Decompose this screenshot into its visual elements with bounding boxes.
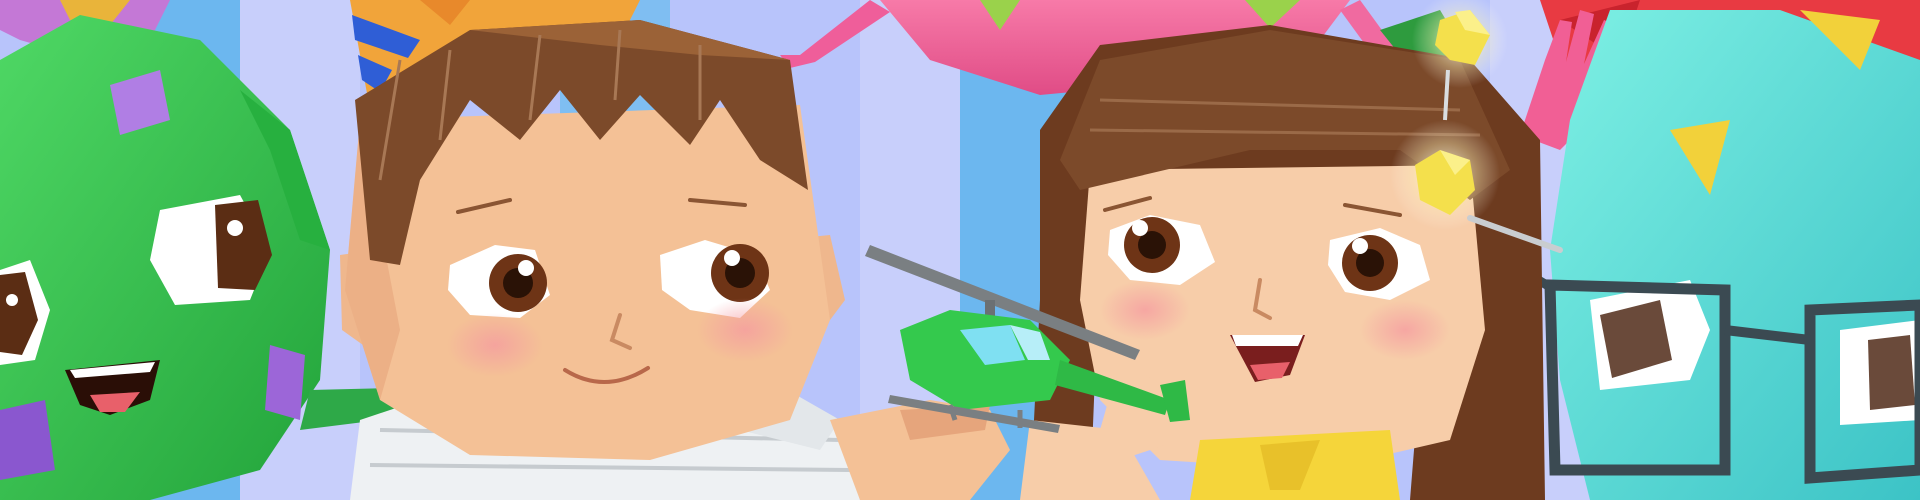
- scene-artwork: [0, 0, 1920, 500]
- girl: [1020, 25, 1545, 500]
- illustration-scene: [0, 0, 1920, 500]
- cyan-monster-with-glasses: [1527, 10, 1920, 500]
